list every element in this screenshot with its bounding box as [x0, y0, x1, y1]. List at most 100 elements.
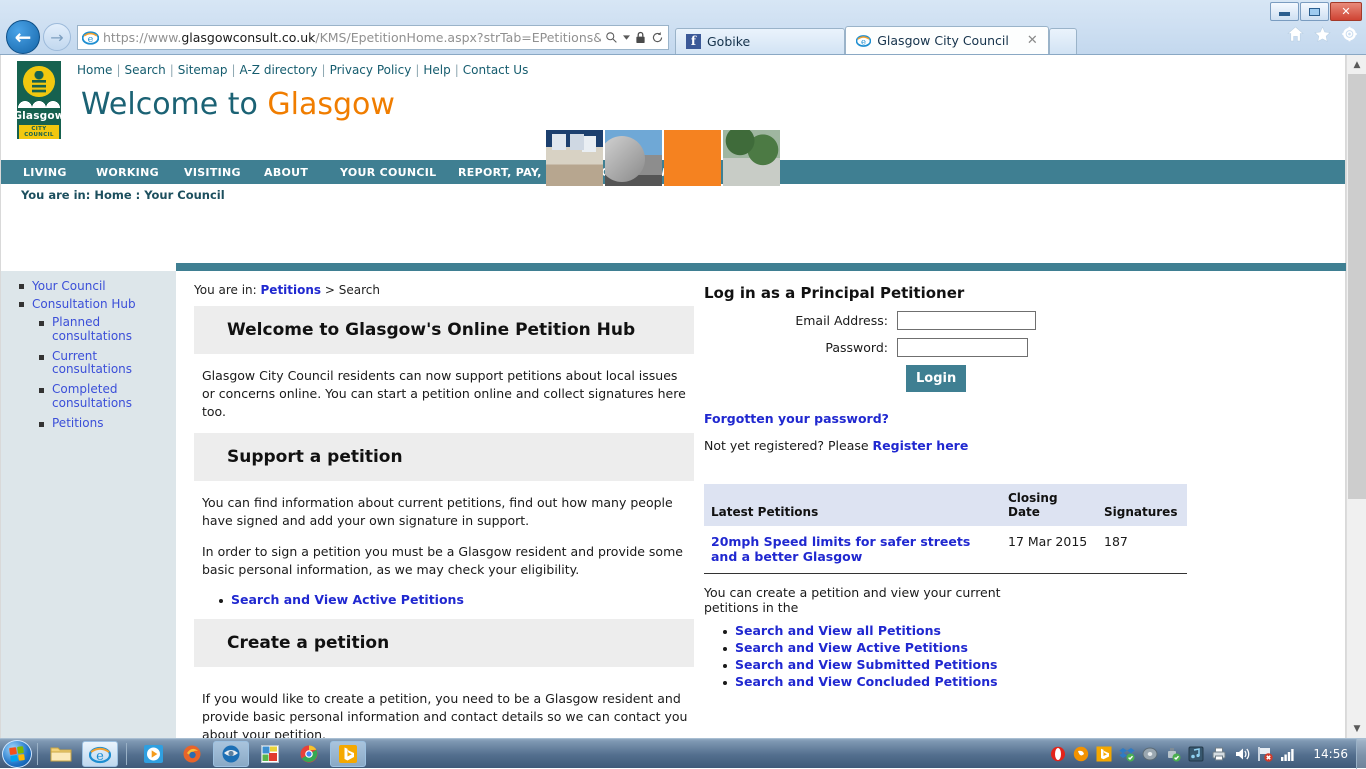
- flag-warning-icon[interactable]: [1257, 746, 1274, 762]
- close-button[interactable]: ✕: [1330, 2, 1362, 21]
- table-row: 20mph Speed limits for safer streets and…: [704, 526, 1187, 574]
- taskbar-media-player-button[interactable]: [135, 741, 171, 767]
- top-link-sitemap[interactable]: Sitemap: [178, 63, 228, 77]
- taskbar-bing-desktop-button[interactable]: [330, 740, 366, 767]
- sidebar-item-current-consultations[interactable]: Current consultations: [1, 347, 176, 381]
- scroll-down-arrow[interactable]: ▼: [1347, 719, 1366, 738]
- top-link-contact-us[interactable]: Contact Us: [463, 63, 529, 77]
- sidebar-link-label[interactable]: Current consultations: [52, 349, 147, 378]
- sidebar-item-completed-consultations[interactable]: Completed consultations: [1, 380, 176, 414]
- new-tab-button[interactable]: [1048, 28, 1077, 54]
- link-search-view-active-petitions[interactable]: Search and View Active Petitions: [735, 640, 968, 655]
- bullet-square-icon: [19, 284, 24, 289]
- system-tray: 14:56: [1050, 746, 1356, 762]
- safely-remove-icon[interactable]: [1165, 746, 1181, 762]
- nav-item-visiting[interactable]: VISITING: [184, 166, 264, 179]
- breadcrumb-link-petitions[interactable]: Petitions: [261, 283, 322, 297]
- register-link[interactable]: Register here: [873, 438, 969, 453]
- back-button[interactable]: ←: [6, 20, 40, 54]
- scroll-up-arrow[interactable]: ▲: [1347, 55, 1366, 74]
- page-title: Welcome to Glasgow: [81, 87, 395, 122]
- link-search-view-active-petitions[interactable]: Search and View Active Petitions: [219, 592, 694, 607]
- url-text: https://www.glasgowconsult.co.uk/KMS/Epe…: [103, 29, 601, 45]
- nav-item-working[interactable]: WORKING: [96, 166, 184, 179]
- nav-item-living[interactable]: LIVING: [1, 166, 96, 179]
- taskbar-firefox-button[interactable]: [174, 741, 210, 767]
- nav-item-about[interactable]: ABOUT: [264, 166, 340, 179]
- link-label[interactable]: Search and View Active Petitions: [231, 592, 464, 607]
- volume-icon[interactable]: [1234, 746, 1250, 762]
- address-bar[interactable]: e https://www.glasgowconsult.co.uk/KMS/E…: [77, 24, 669, 50]
- sidebar-link-label[interactable]: Planned consultations: [52, 315, 147, 344]
- password-field[interactable]: [897, 338, 1028, 357]
- list-item[interactable]: Search and View Submitted Petitions: [723, 657, 1201, 672]
- lock-icon: [636, 31, 645, 43]
- home-icon[interactable]: [1287, 26, 1304, 42]
- top-link-home[interactable]: Home: [77, 63, 112, 77]
- favorites-star-icon[interactable]: [1314, 26, 1331, 42]
- bing-icon[interactable]: [1096, 746, 1112, 762]
- login-button[interactable]: Login: [906, 365, 967, 392]
- printer-icon[interactable]: [1211, 746, 1227, 762]
- search-icon[interactable]: [605, 31, 618, 44]
- create-petition-note: You can create a petition and view your …: [704, 585, 1001, 616]
- forward-button[interactable]: →: [43, 23, 71, 51]
- taskbar-chrome-button[interactable]: [291, 741, 327, 767]
- main-content: You are in: Petitions > Search Welcome t…: [176, 271, 1347, 738]
- taskbar-thunderbird-button[interactable]: [213, 740, 249, 767]
- link-search-view-concluded-petitions[interactable]: Search and View Concluded Petitions: [735, 674, 998, 689]
- sidebar-link-label[interactable]: Petitions: [52, 416, 103, 431]
- taskbar-file-explorer-button[interactable]: [43, 741, 79, 767]
- dropbox-icon[interactable]: [1119, 746, 1136, 762]
- sidebar-link-label[interactable]: Completed consultations: [52, 382, 147, 411]
- password-label: Password:: [825, 340, 888, 355]
- start-button[interactable]: [2, 739, 32, 768]
- sidebar-item-planned-consultations[interactable]: Planned consultations: [1, 313, 176, 347]
- address-bar-icons: [601, 31, 664, 44]
- tab-glasgow-city-council[interactable]: e Glasgow City Council ✕: [845, 26, 1049, 54]
- sidebar-link-label[interactable]: Your Council: [32, 279, 106, 293]
- top-link-search[interactable]: Search: [124, 63, 165, 77]
- window-controls: ✕: [1270, 2, 1362, 21]
- media-player-icon: [143, 744, 163, 763]
- email-field[interactable]: [897, 311, 1036, 330]
- scrollbar-thumb[interactable]: [1348, 74, 1366, 499]
- taskbar-paint-button[interactable]: [252, 741, 288, 767]
- list-item[interactable]: Search and View all Petitions: [723, 623, 1201, 638]
- crest-icon: [23, 66, 55, 98]
- vertical-scrollbar[interactable]: ▲ ▼: [1346, 55, 1366, 738]
- orange-circle-icon[interactable]: [1073, 746, 1089, 762]
- petition-link[interactable]: 20mph Speed limits for safer streets and…: [711, 534, 970, 564]
- taskbar-clock[interactable]: 14:56: [1313, 747, 1348, 761]
- forgot-password-link[interactable]: Forgotten your password?: [704, 411, 889, 426]
- media-icon[interactable]: [1188, 746, 1204, 762]
- section-heading-welcome: Welcome to Glasgow's Online Petition Hub: [194, 306, 694, 354]
- minimize-button[interactable]: [1270, 2, 1299, 21]
- show-desktop-button[interactable]: [1356, 738, 1366, 769]
- restore-button[interactable]: [1300, 2, 1329, 21]
- disk-icon[interactable]: [1142, 746, 1158, 762]
- link-search-view-all-petitions[interactable]: Search and View all Petitions: [735, 623, 941, 638]
- top-link-help[interactable]: Help: [423, 63, 450, 77]
- sidebar-item-consultation-hub[interactable]: Consultation Hub: [1, 295, 176, 313]
- refresh-icon[interactable]: [651, 31, 664, 44]
- sidebar-link-label[interactable]: Consultation Hub: [32, 297, 136, 311]
- glasgow-council-logo[interactable]: Glasgow CITY COUNCIL: [13, 61, 65, 139]
- sidebar-item-petitions[interactable]: Petitions: [1, 414, 176, 434]
- password-row: Password:: [701, 338, 1201, 357]
- opera-icon[interactable]: [1050, 746, 1066, 762]
- network-signal-icon[interactable]: [1280, 746, 1296, 762]
- link-search-view-submitted-petitions[interactable]: Search and View Submitted Petitions: [735, 657, 997, 672]
- top-link-privacy-policy[interactable]: Privacy Policy: [330, 63, 412, 77]
- list-item[interactable]: Search and View Active Petitions: [723, 640, 1201, 655]
- taskbar-internet-explorer-button[interactable]: e: [82, 740, 118, 767]
- tab-close-icon[interactable]: ✕: [1027, 33, 1038, 48]
- list-item[interactable]: Search and View Concluded Petitions: [723, 674, 1201, 689]
- nav-item-your-council[interactable]: YOUR COUNCIL: [340, 166, 458, 179]
- bing-desktop-icon: [339, 744, 357, 763]
- top-link-az-directory[interactable]: A-Z directory: [240, 63, 318, 77]
- chevron-down-icon[interactable]: [623, 34, 630, 40]
- sidebar-item-your-council[interactable]: Your Council: [1, 277, 176, 295]
- tab-gobike[interactable]: f Gobike: [675, 28, 846, 54]
- tools-gear-icon[interactable]: [1341, 26, 1358, 42]
